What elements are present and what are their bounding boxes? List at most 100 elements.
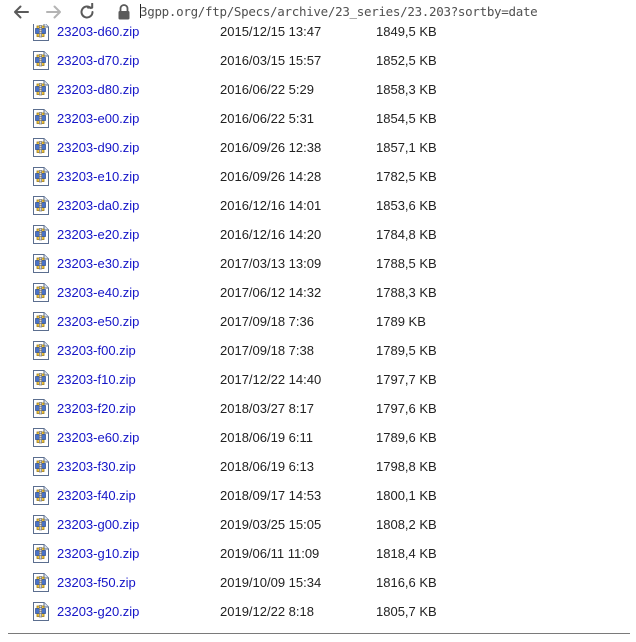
file-link[interactable]: 23203-f00.zip [57,343,136,358]
file-size: 1797,7 KB [376,372,437,387]
zip-file-icon [33,196,49,215]
file-size: 1788,3 KB [376,285,437,300]
horizontal-rule [8,633,630,634]
file-link[interactable]: 23203-g00.zip [57,517,139,532]
file-link[interactable]: 23203-e20.zip [57,227,139,242]
file-link[interactable]: 23203-e10.zip [57,169,139,184]
file-date: 2017/06/12 14:32 [220,285,322,300]
file-row: 23203-f10.zip 2017/12/22 14:40 1797,7 KB [0,365,636,394]
address-bar[interactable]: 3gpp.org/ftp/Specs/archive/23_series/23.… [140,3,630,21]
file-row: 23203-e10.zip 2016/09/26 14:28 1782,5 KB [0,162,636,191]
file-date: 2019/03/25 15:05 [220,517,322,532]
zip-file-icon [33,573,49,592]
file-size: 1805,7 KB [376,604,437,619]
file-date: 2017/09/18 7:38 [220,343,314,358]
file-size: 1789,6 KB [376,430,437,445]
zip-file-icon [33,341,49,360]
file-row: 23203-f30.zip 2018/06/19 6:13 1798,8 KB [0,452,636,481]
file-row: 23203-g00.zip 2019/03/25 15:05 1808,2 KB [0,510,636,539]
zip-file-icon [33,138,49,157]
zip-file-icon [33,312,49,331]
file-date: 2016/06/22 5:29 [220,82,314,97]
file-date: 2018/06/19 6:13 [220,459,314,474]
file-size: 1782,5 KB [376,169,437,184]
zip-file-icon [33,602,49,621]
file-link[interactable]: 23203-d80.zip [57,82,139,97]
file-link[interactable]: 23203-g10.zip [57,546,139,561]
browser-toolbar: 3gpp.org/ftp/Specs/archive/23_series/23.… [0,0,636,24]
arrow-right-icon [46,5,61,19]
file-link[interactable]: 23203-e50.zip [57,314,139,329]
zip-file-icon [33,80,49,99]
file-row: 23203-e40.zip 2017/06/12 14:32 1788,3 KB [0,278,636,307]
file-link[interactable]: 23203-f10.zip [57,372,136,387]
file-size: 1788,5 KB [376,256,437,271]
forward-button[interactable] [42,0,66,24]
file-link[interactable]: 23203-f30.zip [57,459,136,474]
file-link[interactable]: 23203-e40.zip [57,285,139,300]
file-row: 23203-e50.zip 2017/09/18 7:36 1789 KB [0,307,636,336]
zip-file-icon [33,167,49,186]
lock-icon[interactable] [117,3,131,21]
file-row: 23203-f50.zip 2019/10/09 15:34 1816,6 KB [0,568,636,597]
file-date: 2016/09/26 14:28 [220,169,322,184]
file-date: 2018/03/27 8:17 [220,401,314,416]
file-link[interactable]: 23203-d70.zip [57,53,139,68]
zip-file-icon [33,486,49,505]
file-size: 1857,1 KB [376,140,437,155]
zip-file-icon [33,225,49,244]
zip-file-icon [33,22,49,41]
file-link[interactable]: 23203-e60.zip [57,430,139,445]
reload-button[interactable] [75,0,99,24]
file-link[interactable]: 23203-e00.zip [57,111,139,126]
file-listing: 23203-d60.zip 2015/12/15 13:47 1849,5 KB 23… [0,0,636,634]
file-row: 23203-g20.zip 2019/12/22 8:18 1805,7 KB [0,597,636,626]
file-row: 23203-d80.zip 2016/06/22 5:29 1858,3 KB [0,75,636,104]
file-date: 2016/06/22 5:31 [220,111,314,126]
file-date: 2016/12/16 14:01 [220,198,322,213]
file-link[interactable]: 23203-f20.zip [57,401,136,416]
file-size: 1858,3 KB [376,82,437,97]
zip-file-icon [33,399,49,418]
file-row: 23203-f00.zip 2017/09/18 7:38 1789,5 KB [0,336,636,365]
zip-file-icon [33,457,49,476]
file-size: 1849,5 KB [376,24,437,39]
zip-file-icon [33,428,49,447]
file-row: 23203-e60.zip 2018/06/19 6:11 1789,6 KB [0,423,636,452]
file-size: 1816,6 KB [376,575,437,590]
zip-file-icon [33,254,49,273]
file-date: 2016/09/26 12:38 [220,140,322,155]
file-size: 1789,5 KB [376,343,437,358]
file-date: 2018/09/17 14:53 [220,488,322,503]
file-date: 2017/03/13 13:09 [220,256,322,271]
file-size: 1854,5 KB [376,111,437,126]
file-link[interactable]: 23203-f40.zip [57,488,136,503]
back-button[interactable] [9,0,33,24]
file-row: 23203-da0.zip 2016/12/16 14:01 1853,6 KB [0,191,636,220]
file-link[interactable]: 23203-d90.zip [57,140,139,155]
file-row: 23203-e00.zip 2016/06/22 5:31 1854,5 KB [0,104,636,133]
file-size: 1808,2 KB [376,517,437,532]
file-date: 2017/12/22 14:40 [220,372,322,387]
file-row: 23203-g10.zip 2019/06/11 11:09 1818,4 KB [0,539,636,568]
zip-file-icon [33,544,49,563]
reload-icon [80,3,94,19]
file-size: 1800,1 KB [376,488,437,503]
file-row: 23203-d70.zip 2016/03/15 15:57 1852,5 KB [0,46,636,75]
file-row: 23203-d90.zip 2016/09/26 12:38 1857,1 KB [0,133,636,162]
zip-file-icon [33,51,49,70]
file-link[interactable]: 23203-da0.zip [57,198,139,213]
file-size: 1818,4 KB [376,546,437,561]
file-link[interactable]: 23203-g20.zip [57,604,139,619]
file-date: 2019/12/22 8:18 [220,604,314,619]
file-link[interactable]: 23203-d60.zip [57,24,139,39]
zip-file-icon [33,515,49,534]
file-size: 1789 KB [376,314,426,329]
file-size: 1797,6 KB [376,401,437,416]
url-text: 3gpp.org/ftp/Specs/archive/23_series/23.… [140,4,538,19]
file-link[interactable]: 23203-e30.zip [57,256,139,271]
arrow-left-icon [14,5,29,19]
file-date: 2016/03/15 15:57 [220,53,322,68]
file-link[interactable]: 23203-f50.zip [57,575,136,590]
zip-file-icon [33,109,49,128]
